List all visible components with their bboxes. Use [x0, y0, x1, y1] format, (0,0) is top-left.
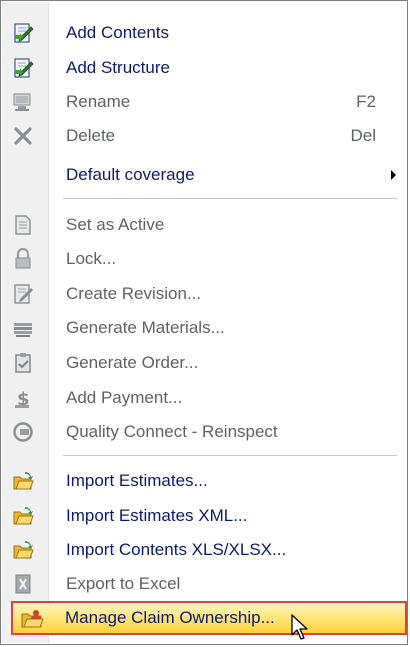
menu-item-delete[interactable]: Delete Del [2, 119, 406, 153]
menu-item-create-revision[interactable]: Create Revision... [2, 277, 406, 311]
rename-icon [11, 90, 35, 114]
shortcut-rename: F2 [356, 92, 376, 111]
open-folder-icon [11, 538, 35, 562]
menu-item-label: Export to Excel [66, 574, 181, 593]
revision-icon [11, 282, 35, 306]
materials-icon [11, 316, 35, 340]
menu-item-default-coverage[interactable]: Default coverage [2, 158, 406, 192]
context-menu: Add Contents Add Structure Rename F2 Del… [0, 0, 408, 645]
menu-item-label: Generate Order... [66, 353, 199, 372]
menu-item-label: Import Estimates XML... [66, 506, 248, 525]
menu-item-generate-order[interactable]: Generate Order... [2, 346, 406, 380]
add-structure-icon [11, 56, 35, 80]
claim-ownership-icon [20, 606, 44, 630]
menu-item-quality-connect-reinspect[interactable]: Quality Connect - Reinspect [2, 415, 406, 449]
menu-item-label: Add Structure [66, 58, 170, 77]
lock-icon [11, 247, 35, 271]
open-folder-icon [11, 469, 35, 493]
separator [63, 198, 397, 200]
menu-item-rename[interactable]: Rename F2 [2, 85, 406, 119]
menu-item-label: Create Revision... [66, 284, 202, 303]
menu-item-set-as-active[interactable]: Set as Active [2, 208, 406, 242]
menu-item-label: Add Contents [66, 23, 170, 42]
menu-item-import-estimates[interactable]: Import Estimates... [2, 464, 406, 498]
document-icon [11, 213, 35, 237]
menu-item-generate-materials[interactable]: Generate Materials... [2, 311, 406, 345]
excel-icon [11, 572, 35, 596]
mouse-cursor-icon [291, 614, 308, 640]
menu-item-label: Set as Active [66, 215, 165, 234]
menu-item-label: Lock... [66, 249, 117, 268]
menu-item-add-structure[interactable]: Add Structure [2, 51, 406, 85]
order-icon [11, 351, 35, 375]
menu-item-lock[interactable]: Lock... [2, 242, 406, 276]
menu-item-import-estimates-xml[interactable]: Import Estimates XML... [2, 499, 406, 533]
open-folder-icon [11, 504, 35, 528]
menu-item-import-contents-xls[interactable]: Import Contents XLS/XLSX... [2, 533, 406, 567]
separator [63, 455, 397, 457]
delete-icon [11, 124, 35, 148]
shortcut-delete: Del [350, 126, 376, 145]
menu-item-add-payment[interactable]: $ Add Payment... [2, 381, 406, 415]
menu-item-label: Import Estimates... [66, 471, 208, 490]
menu-item-label: Rename [66, 92, 131, 111]
menu-item-label: Manage Claim Ownership... [65, 608, 275, 627]
menu-item-label: Default coverage [66, 165, 195, 184]
menu-item-label: Delete [66, 126, 116, 145]
add-contents-icon [11, 21, 35, 45]
menu-item-label: Quality Connect - Reinspect [66, 422, 278, 441]
menu-item-label: Import Contents XLS/XLSX... [66, 540, 287, 559]
submenu-arrow-icon [391, 170, 396, 180]
menu-item-add-contents[interactable]: Add Contents [2, 16, 406, 50]
reinspect-icon [11, 420, 35, 444]
menu-item-label: Generate Materials... [66, 318, 225, 337]
payment-icon: $ [11, 386, 35, 410]
menu-item-label: Add Payment... [66, 388, 183, 407]
menu-item-manage-claim-ownership[interactable]: Manage Claim Ownership... [11, 601, 407, 635]
menu-item-export-to-excel[interactable]: Export to Excel [2, 567, 406, 601]
